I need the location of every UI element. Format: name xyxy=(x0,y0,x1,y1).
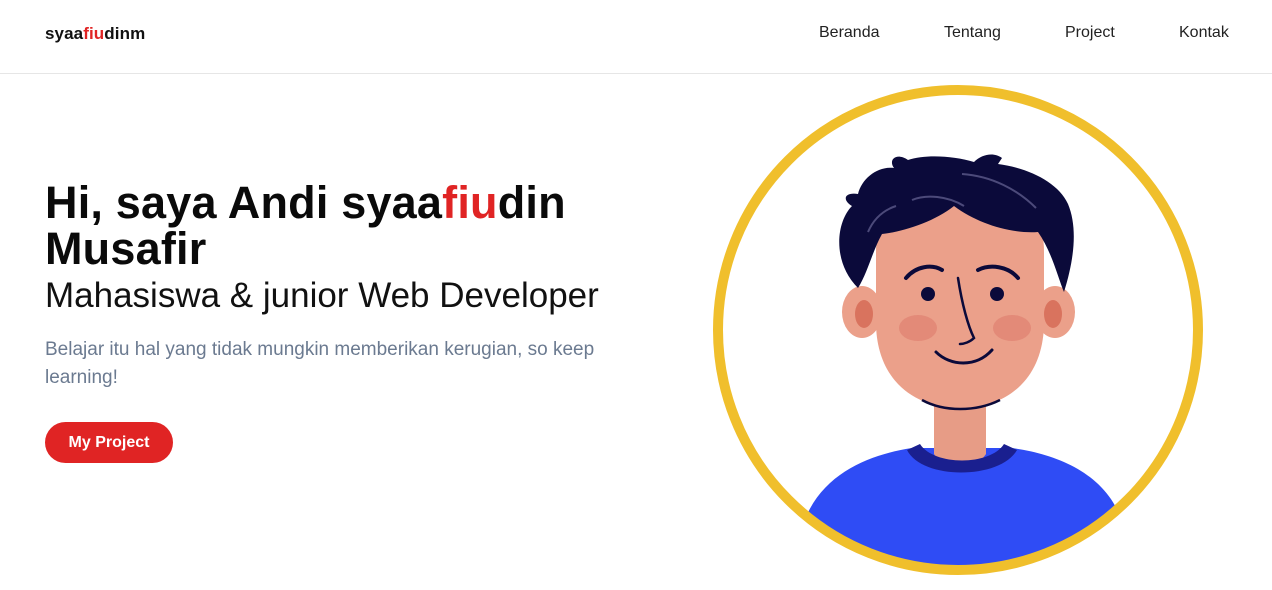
hero-subtitle: Mahasiswa & junior Web Developer xyxy=(45,276,599,315)
hero-title-line2: Musafir xyxy=(45,223,207,274)
nav-link-beranda[interactable]: Beranda xyxy=(819,24,880,42)
nav-link-tentang[interactable]: Tentang xyxy=(944,24,1001,42)
nav-link-project[interactable]: Project xyxy=(1065,24,1115,42)
avatar-illustration xyxy=(712,82,1212,582)
hero-title-prefix: Hi, saya Andi syaa xyxy=(45,177,443,228)
left-cheek xyxy=(899,315,937,341)
hero-title-suffix: din xyxy=(497,177,566,228)
right-cheek xyxy=(993,315,1031,341)
hero-section: Hi, saya Andi syaafiudin Musafir Mahasis… xyxy=(45,180,685,463)
navbar: syaafiudinm Beranda Tentang Project Kont… xyxy=(0,0,1272,74)
left-ear-inner xyxy=(855,300,873,328)
right-eye xyxy=(990,287,1004,301)
hero-title-accent: fiu xyxy=(442,177,498,228)
right-ear-inner xyxy=(1044,300,1062,328)
avatar-svg xyxy=(713,85,1203,575)
my-project-button[interactable]: My Project xyxy=(45,422,173,463)
hero-title: Hi, saya Andi syaafiudin Musafir xyxy=(45,180,685,272)
left-eye xyxy=(921,287,935,301)
nav-links: Beranda Tentang Project Kontak xyxy=(0,24,1272,44)
nav-link-kontak[interactable]: Kontak xyxy=(1179,24,1229,42)
hero-description: Belajar itu hal yang tidak mungkin membe… xyxy=(45,339,595,388)
